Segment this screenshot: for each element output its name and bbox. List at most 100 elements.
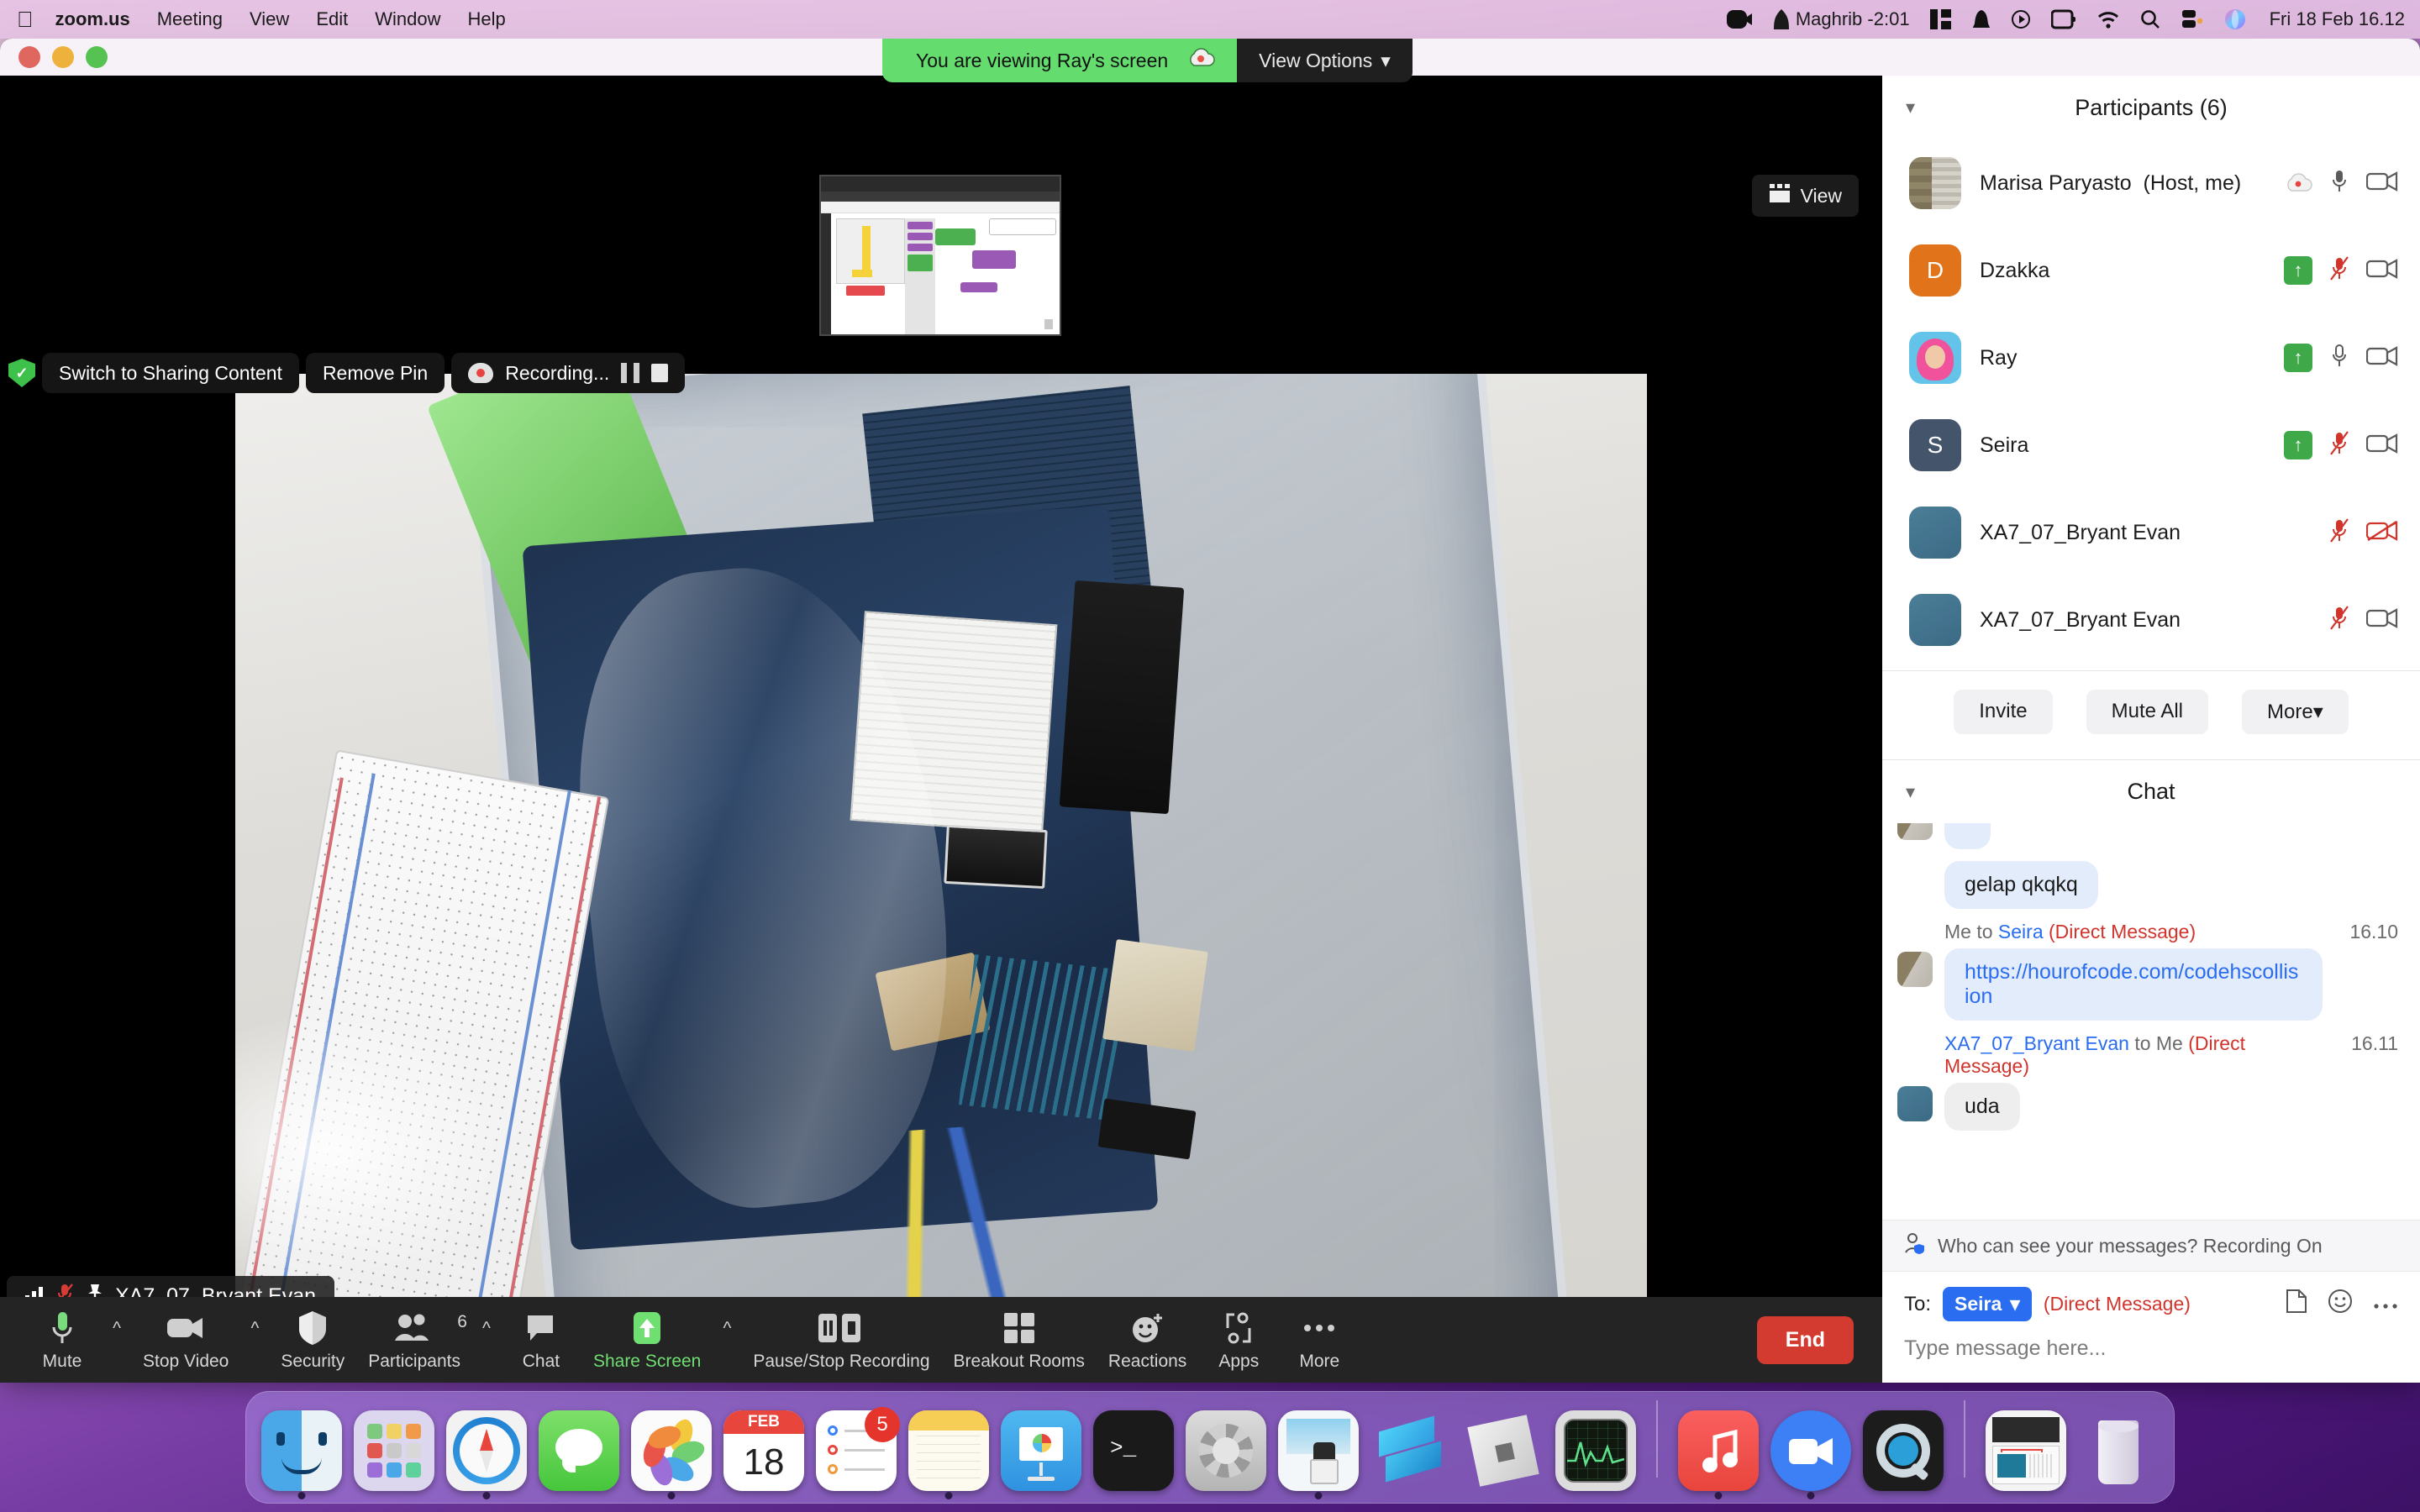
toolbar-button-more[interactable]: More [1279, 1297, 1360, 1383]
mute-all-button[interactable]: Mute All [2086, 690, 2208, 734]
siri-icon[interactable] [2224, 8, 2246, 30]
dock-item-keynote[interactable] [1001, 1410, 1081, 1491]
chevron-down-icon[interactable]: ▾ [1906, 781, 1915, 803]
toolbar-button-stop-video[interactable]: Stop Video [131, 1297, 240, 1383]
remove-pin-button[interactable]: Remove Pin [305, 353, 445, 393]
dock-item-preview[interactable] [1278, 1410, 1359, 1499]
apple-icon[interactable]:  [17, 8, 34, 30]
participant-row[interactable]: S Seira ↑ [1882, 402, 2420, 489]
chat-message[interactable]: uda [1897, 1083, 2398, 1131]
wifi-icon[interactable] [2096, 10, 2120, 29]
mic-unmuted-icon[interactable] [2329, 169, 2349, 198]
pause-icon[interactable] [621, 363, 640, 383]
video-on-icon[interactable] [2365, 345, 2398, 371]
menu-item-window[interactable]: Window [375, 8, 440, 30]
toolbar-button-share-screen[interactable]: Share Screen [581, 1297, 713, 1383]
chat-bubble-link[interactable]: https://hourofcode.com/codehscollision [1944, 948, 2323, 1021]
menu-item-edit[interactable]: Edit [316, 8, 348, 30]
dock-item-messages[interactable] [539, 1410, 619, 1491]
search-icon[interactable] [2140, 9, 2160, 29]
dock-item-scratch[interactable] [1370, 1410, 1451, 1491]
play-circle-icon[interactable] [2011, 9, 2031, 29]
video-on-icon[interactable] [2365, 433, 2398, 459]
participants-options-caret[interactable]: ^ [472, 1297, 501, 1383]
chat-message[interactable] [1897, 823, 2398, 849]
dock-item-photos[interactable] [631, 1410, 712, 1499]
chat-message-list[interactable]: gelap qkqkq Me to Seira (Direct Message)… [1882, 823, 2420, 1220]
stop-icon[interactable] [651, 364, 669, 382]
dock-item-finder[interactable] [261, 1410, 342, 1499]
menu-item-zoomus[interactable]: zoom.us [55, 8, 130, 30]
chevron-down-icon[interactable]: ▾ [1906, 97, 1915, 118]
recording-status-group[interactable]: Recording... [451, 353, 686, 393]
menu-item-view[interactable]: View [250, 8, 289, 30]
switch-to-sharing-content-button[interactable]: Switch to Sharing Content [42, 353, 299, 393]
mic-muted-icon[interactable] [2329, 430, 2349, 460]
participants-more-button[interactable]: More▾ [2242, 690, 2349, 734]
mic-muted-icon[interactable] [2329, 517, 2349, 548]
participant-row[interactable]: D Dzakka ↑ [1882, 227, 2420, 314]
shield-check-icon[interactable]: ✓ [8, 359, 35, 387]
chat-message[interactable]: gelap qkqkq [1897, 861, 2398, 909]
close-window-button[interactable] [18, 46, 40, 68]
toolbar-button-mute[interactable]: Mute [22, 1297, 103, 1383]
toolbar-button-security[interactable]: Security [269, 1297, 356, 1383]
dock-item-terminal[interactable]: >_ [1093, 1410, 1174, 1491]
chat-composer-input[interactable]: Type message here... [1882, 1328, 2420, 1383]
toolbar-button-chat[interactable]: Chat [501, 1297, 581, 1383]
dock-item-launchpad[interactable] [354, 1410, 434, 1491]
participant-row[interactable]: Ray ↑ [1882, 314, 2420, 402]
dock-item-notes[interactable] [908, 1410, 989, 1499]
dock-item-safari[interactable] [446, 1410, 527, 1499]
dock-item-zoom[interactable] [1770, 1410, 1851, 1499]
raise-hand-icon[interactable]: ↑ [2284, 256, 2312, 285]
dock-item-calendar[interactable]: FEB 18 [723, 1410, 804, 1491]
toolbar-button-participants[interactable]: 6 Participants [356, 1297, 472, 1383]
dock-item-document-stack[interactable] [1986, 1410, 2066, 1491]
video-options-caret[interactable]: ^ [240, 1297, 269, 1383]
mic-muted-icon[interactable] [2329, 605, 2349, 635]
participant-video-feed[interactable] [235, 374, 1647, 1373]
dock-item-roblox[interactable] [1463, 1410, 1544, 1491]
invite-button[interactable]: Invite [1954, 690, 2053, 734]
control-center-icon[interactable] [2181, 9, 2204, 29]
maximize-window-button[interactable] [86, 46, 108, 68]
toolbar-button-breakout-rooms[interactable]: Breakout Rooms [942, 1297, 1097, 1383]
stats-icon[interactable] [1929, 9, 1952, 29]
more-dots-icon[interactable] [2373, 1293, 2398, 1316]
dock-item-quicktime[interactable] [1863, 1410, 1944, 1491]
video-on-icon[interactable] [2365, 171, 2398, 197]
prayer-time-status[interactable]: Maghrib -2:01 [1772, 8, 1910, 30]
dock-item-music[interactable] [1678, 1410, 1759, 1499]
dock-item-trash[interactable] [2078, 1410, 2159, 1491]
video-off-icon[interactable] [2365, 520, 2398, 546]
emoji-icon[interactable] [2328, 1289, 2353, 1320]
mute-options-caret[interactable]: ^ [103, 1297, 131, 1383]
end-meeting-button[interactable]: End [1756, 1315, 1854, 1364]
view-layout-button[interactable]: View [1751, 175, 1859, 217]
mic-muted-icon[interactable] [2329, 255, 2349, 286]
share-options-caret[interactable]: ^ [713, 1297, 741, 1383]
camera-icon[interactable] [1726, 10, 1752, 29]
toolbar-button-reactions[interactable]: Reactions [1097, 1297, 1198, 1383]
mic-unmuted-icon[interactable] [2329, 344, 2349, 373]
shared-screen-thumbnail[interactable] [819, 175, 1061, 336]
chat-privacy-notice[interactable]: Who can see your messages? Recording On [1882, 1220, 2420, 1272]
participant-row[interactable]: XA7_07_Bryant Evan [1882, 489, 2420, 576]
raise-hand-icon[interactable]: ↑ [2284, 344, 2312, 372]
chat-recipient-dropdown[interactable]: Seira ▾ [1943, 1287, 2032, 1321]
menubar-datetime[interactable]: Fri 18 Feb 16.12 [2270, 8, 2405, 30]
view-options-button[interactable]: View Options ▾ [1237, 39, 1413, 82]
minimize-window-button[interactable] [52, 46, 74, 68]
menu-item-help[interactable]: Help [467, 8, 505, 30]
toolbar-button-pause-stop-recording[interactable]: Pause/Stop Recording [741, 1297, 941, 1383]
dock-item-system-preferences[interactable] [1186, 1410, 1266, 1491]
display-icon[interactable] [2050, 9, 2076, 29]
file-icon[interactable] [2286, 1289, 2307, 1320]
video-on-icon[interactable] [2365, 607, 2398, 633]
dock-item-reminders[interactable]: 5 [816, 1407, 900, 1491]
participant-row[interactable]: Marisa Paryasto (Host, me) [1882, 139, 2420, 227]
chat-message[interactable]: https://hourofcode.com/codehscollision [1897, 948, 2398, 1021]
bell-icon[interactable] [1972, 9, 1991, 29]
toolbar-button-apps[interactable]: Apps [1198, 1297, 1279, 1383]
